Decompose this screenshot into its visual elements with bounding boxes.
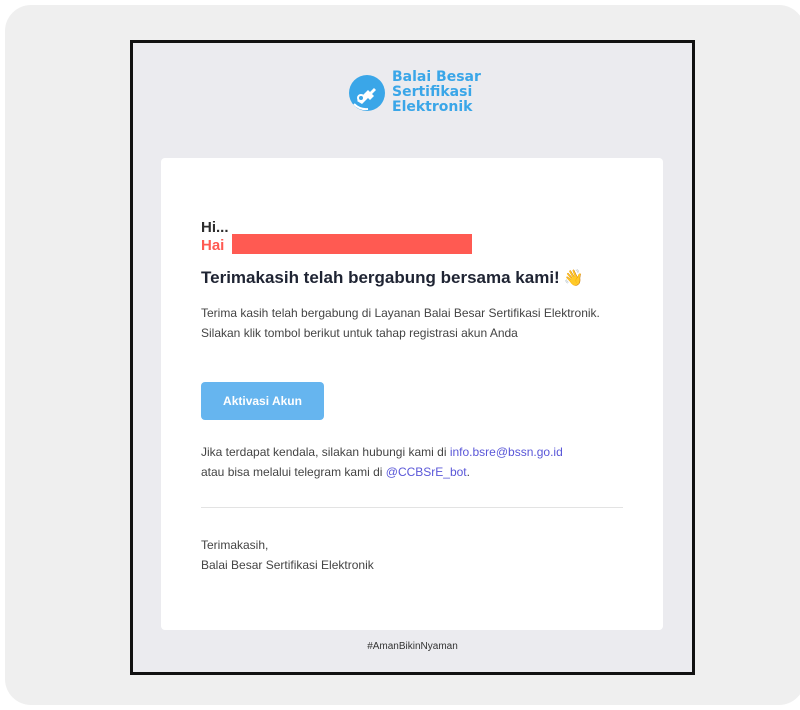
redacted-name-block bbox=[232, 234, 472, 254]
signoff: Terimakasih, Balai Besar Sertifikasi Ele… bbox=[201, 535, 374, 575]
wave-hand-icon: 👋 bbox=[563, 270, 584, 287]
bsre-key-icon bbox=[348, 74, 386, 112]
divider bbox=[201, 507, 623, 508]
activate-account-button[interactable]: Aktivasi Akun bbox=[201, 382, 324, 420]
logo-line-1: Balai Besar bbox=[392, 69, 481, 85]
hai-text: Hai bbox=[201, 237, 225, 254]
signoff-line-2: Balai Besar Sertifikasi Elektronik bbox=[201, 558, 374, 572]
contact-paragraph: Jika terdapat kendala, silakan hubungi k… bbox=[201, 442, 631, 482]
logo-line-2: Sertifikasi bbox=[392, 84, 473, 100]
contact-email-link[interactable]: info.bsre@bssn.go.id bbox=[450, 445, 563, 459]
contact-suffix: . bbox=[466, 465, 470, 479]
greeting-text: Hi... bbox=[201, 219, 229, 236]
logo-line-3: Elektronik bbox=[392, 99, 473, 115]
intro-paragraph: Terima kasih telah bergabung di Layanan … bbox=[201, 306, 600, 340]
contact-prefix: Jika terdapat kendala, silakan hubungi k… bbox=[201, 445, 447, 459]
screenshot-background: Balai Besar Sertifikasi Elektronik Hi...… bbox=[5, 5, 800, 705]
heading-text: Terimakasih telah bergabung bersama kami… bbox=[201, 268, 560, 287]
email-body-panel: Hi... Hai Terimakasih telah bergabung be… bbox=[161, 158, 663, 630]
email-heading: Terimakasih telah bergabung bersama kami… bbox=[201, 268, 584, 288]
email-frame: Balai Besar Sertifikasi Elektronik Hi...… bbox=[130, 40, 695, 675]
contact-mid: atau bisa melalui telegram kami di bbox=[201, 465, 383, 479]
telegram-link[interactable]: @CCBSrE_bot bbox=[386, 465, 467, 479]
signoff-line-1: Terimakasih, bbox=[201, 538, 269, 552]
bsre-logo: Balai Besar Sertifikasi Elektronik bbox=[348, 70, 481, 115]
footer-tagline: #AmanBikinNyaman bbox=[367, 641, 458, 652]
